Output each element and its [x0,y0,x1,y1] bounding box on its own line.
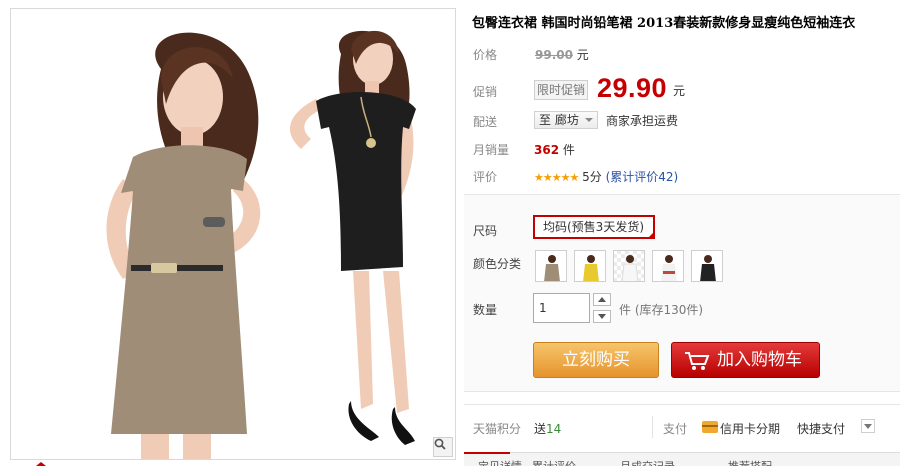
credit-card-installment-link[interactable]: 信用卡分期 [720,420,780,437]
sales-count: 362 [534,143,560,157]
tmall-points-label: 天猫积分 [473,422,522,436]
color-swatch-white[interactable] [613,250,645,282]
magnifier-icon [434,438,446,450]
chevron-up-icon [598,297,606,302]
more-payment-button[interactable] [861,419,875,433]
tab-details[interactable]: 宝贝详情 [478,458,522,466]
add-to-cart-button[interactable]: 加入购物车 [671,342,820,378]
shipping-label: 配送 [473,115,498,129]
shopping-cart-icon [685,352,710,370]
chevron-down-icon [598,314,606,319]
promo-price-unit: 元 [673,84,686,98]
product-photo[interactable] [10,8,456,460]
divider [464,404,900,405]
shipping-destination-value: 至 廊坊 [539,113,579,127]
quantity-input[interactable]: 1 [533,293,590,323]
points-prefix: 送 [534,422,547,436]
original-price-value: 99.00 [535,48,573,62]
quantity-decrease-button[interactable] [593,310,611,323]
quantity-increase-button[interactable] [593,293,611,306]
tab-recommendations[interactable]: 推荐搭配 [728,458,772,466]
product-title: 包臀连衣裙 韩国时尚铅笔裙 2013春装新款修身显瘦纯色短袖连衣 [472,16,856,31]
chevron-down-icon [585,118,593,122]
tab-reviews[interactable]: 累计评价 [532,458,576,466]
size-option-selected[interactable]: 均码(预售3天发货) [533,215,655,239]
size-option-text: 均码(预售3天发货) [543,220,644,234]
tab-transactions[interactable]: 月成交记录 [620,458,675,466]
sales-label: 月销量 [473,143,510,157]
buy-now-button[interactable]: 立刻购买 [533,342,659,378]
product-photo-image [106,30,416,459]
add-to-cart-label: 加入购物车 [717,350,802,370]
color-swatch-red[interactable] [652,250,684,282]
stock-info: 件 (库存130件) [619,303,704,317]
thumbnail-marker [36,462,46,466]
points-value: 14 [546,422,562,436]
promo-label: 促销 [473,85,498,99]
reviews-link[interactable]: (累计评价42) [606,170,679,184]
chevron-down-icon [864,423,872,429]
rating-score: 5分 [582,170,602,184]
rating-label: 评价 [473,170,498,184]
original-price: 99.00 元 [535,46,589,63]
shipping-note: 商家承担运费 [606,114,679,128]
size-label: 尺码 [473,224,498,238]
promo-price: 29.90 [597,73,668,103]
sales-info: 362 件 [534,141,575,158]
payment-label: 支付 [663,422,688,436]
rating-stars-icon: ★★★★★ [534,171,579,184]
quantity-label: 数量 [473,303,498,317]
color-swatch-black[interactable] [691,250,723,282]
divider [652,416,653,438]
shipping-destination-select[interactable]: 至 廊坊 [534,111,598,129]
selected-check-icon [647,231,655,239]
quick-pay-link[interactable]: 快捷支付 [797,420,845,437]
color-swatch-yellow[interactable] [574,250,606,282]
sales-unit: 件 [562,143,575,157]
promo-tag: 限时促销 [534,80,588,100]
price-label: 价格 [473,48,498,62]
credit-card-icon [702,421,718,433]
tmall-points: 送14 [534,420,561,437]
rating-info: ★★★★★ 5分 (累计评价42) [534,168,678,185]
zoom-button[interactable] [433,437,453,457]
detail-tabs [464,452,900,466]
color-label: 颜色分类 [473,257,522,271]
original-price-unit: 元 [576,48,589,62]
active-tab-indicator [464,452,510,454]
color-swatch-khaki[interactable] [535,250,567,282]
